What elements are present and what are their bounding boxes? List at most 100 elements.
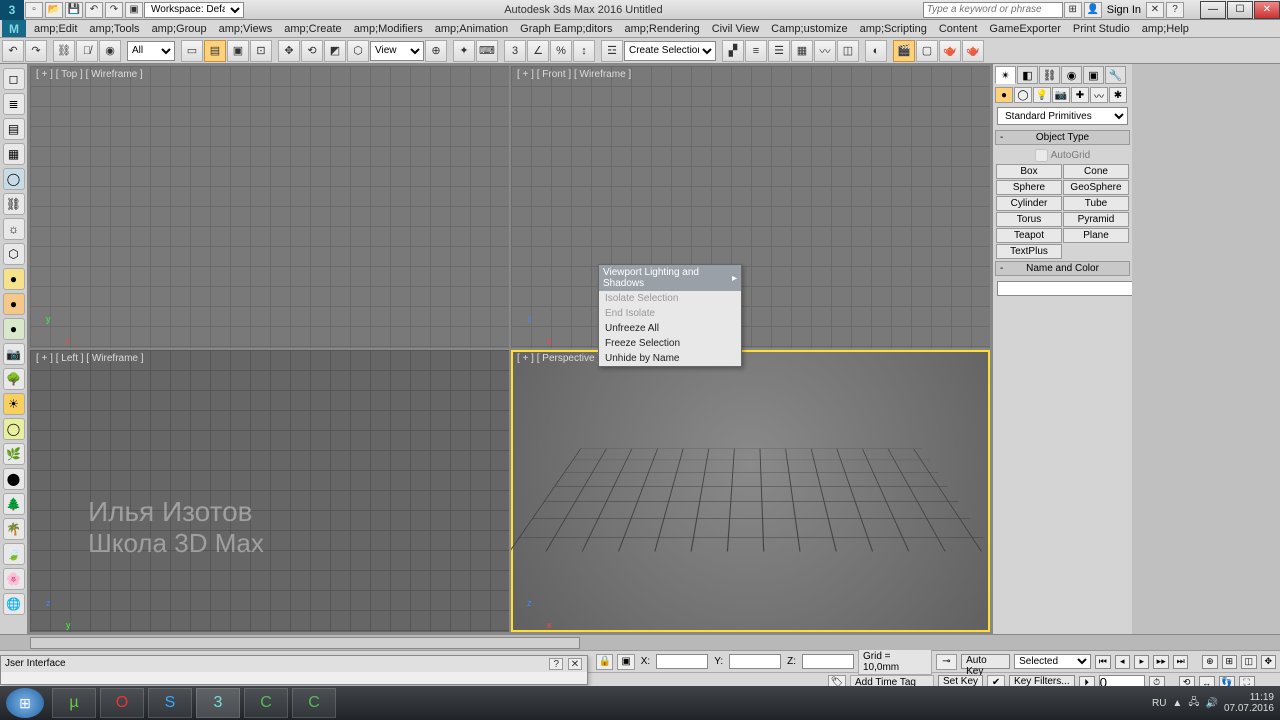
- mirror-button[interactable]: ▞: [722, 40, 744, 62]
- isolate-icon[interactable]: ▣: [617, 654, 634, 670]
- prim-cone[interactable]: Cone: [1063, 164, 1129, 179]
- helpers-subtab[interactable]: ✚: [1071, 87, 1089, 103]
- help-icon[interactable]: ?: [1166, 2, 1184, 18]
- close-button[interactable]: ✕: [1254, 1, 1280, 19]
- undo-button[interactable]: ↶: [2, 40, 24, 62]
- menu-gameexporter[interactable]: GameExporter: [983, 23, 1067, 35]
- lt-tree-icon[interactable]: 🌳: [3, 368, 25, 390]
- search-input[interactable]: [923, 2, 1063, 18]
- spacewarps-subtab[interactable]: 〰: [1090, 87, 1108, 103]
- project-icon[interactable]: ▣: [125, 2, 143, 18]
- snap-toggle-button[interactable]: 3: [504, 40, 526, 62]
- exchange-icon[interactable]: ✕: [1146, 2, 1164, 18]
- ref-coord-select[interactable]: View: [370, 41, 424, 61]
- ctx-unhide-name[interactable]: Unhide by Name: [599, 351, 741, 366]
- tray-volume-icon[interactable]: 🔊: [1205, 698, 1217, 709]
- tray-network-icon[interactable]: 🖧: [1188, 695, 1199, 712]
- prim-cylinder[interactable]: Cylinder: [996, 196, 1062, 211]
- lt-select-icon[interactable]: ◻: [3, 68, 25, 90]
- timeline-track[interactable]: [30, 637, 580, 649]
- signin-icon[interactable]: 👤: [1084, 2, 1102, 18]
- ctx-unfreeze-all[interactable]: Unfreeze All: [599, 321, 741, 336]
- lt-sky-icon[interactable]: ◯: [3, 418, 25, 440]
- prim-plane[interactable]: Plane: [1063, 228, 1129, 243]
- x-input[interactable]: [656, 654, 708, 669]
- lt-spot-icon[interactable]: ●: [3, 293, 25, 315]
- ctx-freeze-selection[interactable]: Freeze Selection: [599, 336, 741, 351]
- task-utorrent[interactable]: µ: [52, 688, 96, 718]
- window-crossing-button[interactable]: ⊡: [250, 40, 272, 62]
- scale-button[interactable]: ◩: [324, 40, 346, 62]
- schematic-button[interactable]: ◫: [837, 40, 859, 62]
- manipulate-button[interactable]: ✦: [453, 40, 475, 62]
- edit-sel-button[interactable]: ☲: [601, 40, 623, 62]
- viewport-front-label[interactable]: [ + ] [ Front ] [ Wireframe ]: [517, 69, 631, 80]
- shapes-subtab[interactable]: ◯: [1014, 87, 1032, 103]
- signin-label[interactable]: Sign In: [1103, 4, 1145, 16]
- autokey-button[interactable]: Auto Key: [961, 654, 1010, 669]
- align-button[interactable]: ≡: [745, 40, 767, 62]
- y-input[interactable]: [729, 654, 781, 669]
- selection-filter[interactable]: All: [127, 41, 175, 61]
- menu-civilview[interactable]: Civil View: [706, 23, 765, 35]
- rollout-name-color[interactable]: Name and Color: [995, 261, 1130, 276]
- toggle-ribbon-button[interactable]: ▦: [791, 40, 813, 62]
- start-button[interactable]: ⊞: [6, 688, 44, 718]
- lt-rock-icon[interactable]: ⬤: [3, 468, 25, 490]
- menu-content[interactable]: Content: [933, 23, 984, 35]
- render-iter-button[interactable]: 🫖: [962, 40, 984, 62]
- category-select[interactable]: Standard Primitives: [997, 107, 1128, 125]
- render-setup-button[interactable]: 🎬: [893, 40, 915, 62]
- keyboard-button[interactable]: ⌨: [476, 40, 498, 62]
- lt-direct-icon[interactable]: ●: [3, 318, 25, 340]
- prim-sphere[interactable]: Sphere: [996, 180, 1062, 195]
- utilities-tab[interactable]: 🔧: [1105, 66, 1126, 84]
- lt-flower-icon[interactable]: 🌸: [3, 568, 25, 590]
- prim-tube[interactable]: Tube: [1063, 196, 1129, 211]
- viewport-top-label[interactable]: [ + ] [ Top ] [ Wireframe ]: [36, 69, 143, 80]
- viewport-top[interactable]: [ + ] [ Top ] [ Wireframe ] yx: [30, 66, 509, 348]
- lt-camera-icon[interactable]: 📷: [3, 343, 25, 365]
- menu-views[interactable]: amp;Views: [213, 23, 279, 35]
- task-skype[interactable]: S: [148, 688, 192, 718]
- motion-tab[interactable]: ◉: [1061, 66, 1082, 84]
- rollout-object-type[interactable]: Object Type: [995, 130, 1130, 145]
- menu-animation[interactable]: amp;Animation: [429, 23, 514, 35]
- lt-palm-icon[interactable]: 🌴: [3, 518, 25, 540]
- move-button[interactable]: ✥: [278, 40, 300, 62]
- lt-helpers-icon[interactable]: ☼: [3, 218, 25, 240]
- lt-render-icon[interactable]: ▦: [3, 143, 25, 165]
- undo-icon[interactable]: ↶: [85, 2, 103, 18]
- tray-clock[interactable]: 11:1907.07.2016: [1224, 692, 1274, 714]
- prev-frame-button[interactable]: ◂: [1115, 655, 1130, 669]
- open-icon[interactable]: 📂: [45, 2, 63, 18]
- pivot-button[interactable]: ⊕: [425, 40, 447, 62]
- menu-edit[interactable]: amp;Edit: [28, 23, 83, 35]
- render-frame-button[interactable]: ▢: [916, 40, 938, 62]
- task-3dsmax[interactable]: 3: [196, 688, 240, 718]
- prim-pyramid[interactable]: Pyramid: [1063, 212, 1129, 227]
- lt-link-icon[interactable]: ⛓: [3, 193, 25, 215]
- prim-box[interactable]: Box: [996, 164, 1062, 179]
- menu-rendering[interactable]: amp;Rendering: [618, 23, 705, 35]
- ctx-header[interactable]: Viewport Lighting and Shadows▸: [599, 265, 741, 291]
- select-region-button[interactable]: ▣: [227, 40, 249, 62]
- user-interface-panel[interactable]: Jser Interface ? ✕: [0, 655, 588, 685]
- viewport-left-label[interactable]: [ + ] [ Left ] [ Wireframe ]: [36, 353, 144, 364]
- prim-textplus[interactable]: TextPlus: [996, 244, 1062, 259]
- link-button[interactable]: ⛓: [53, 40, 75, 62]
- redo-icon[interactable]: ↷: [105, 2, 123, 18]
- menu-group[interactable]: amp;Group: [146, 23, 213, 35]
- task-opera[interactable]: O: [100, 688, 144, 718]
- curve-editor-button[interactable]: 〰: [814, 40, 836, 62]
- save-icon[interactable]: 💾: [65, 2, 83, 18]
- next-frame-button[interactable]: ▸▸: [1153, 655, 1168, 669]
- lights-subtab[interactable]: 💡: [1033, 87, 1051, 103]
- viewport-left[interactable]: [ + ] [ Left ] [ Wireframe ] zy: [30, 350, 509, 632]
- display-tab[interactable]: ▣: [1083, 66, 1104, 84]
- percent-snap-button[interactable]: %: [550, 40, 572, 62]
- nav-zoom-button[interactable]: ⊕: [1202, 655, 1217, 669]
- task-camtasia2[interactable]: C: [292, 688, 336, 718]
- lock-icon[interactable]: 🔒: [596, 654, 613, 670]
- redo-button[interactable]: ↷: [25, 40, 47, 62]
